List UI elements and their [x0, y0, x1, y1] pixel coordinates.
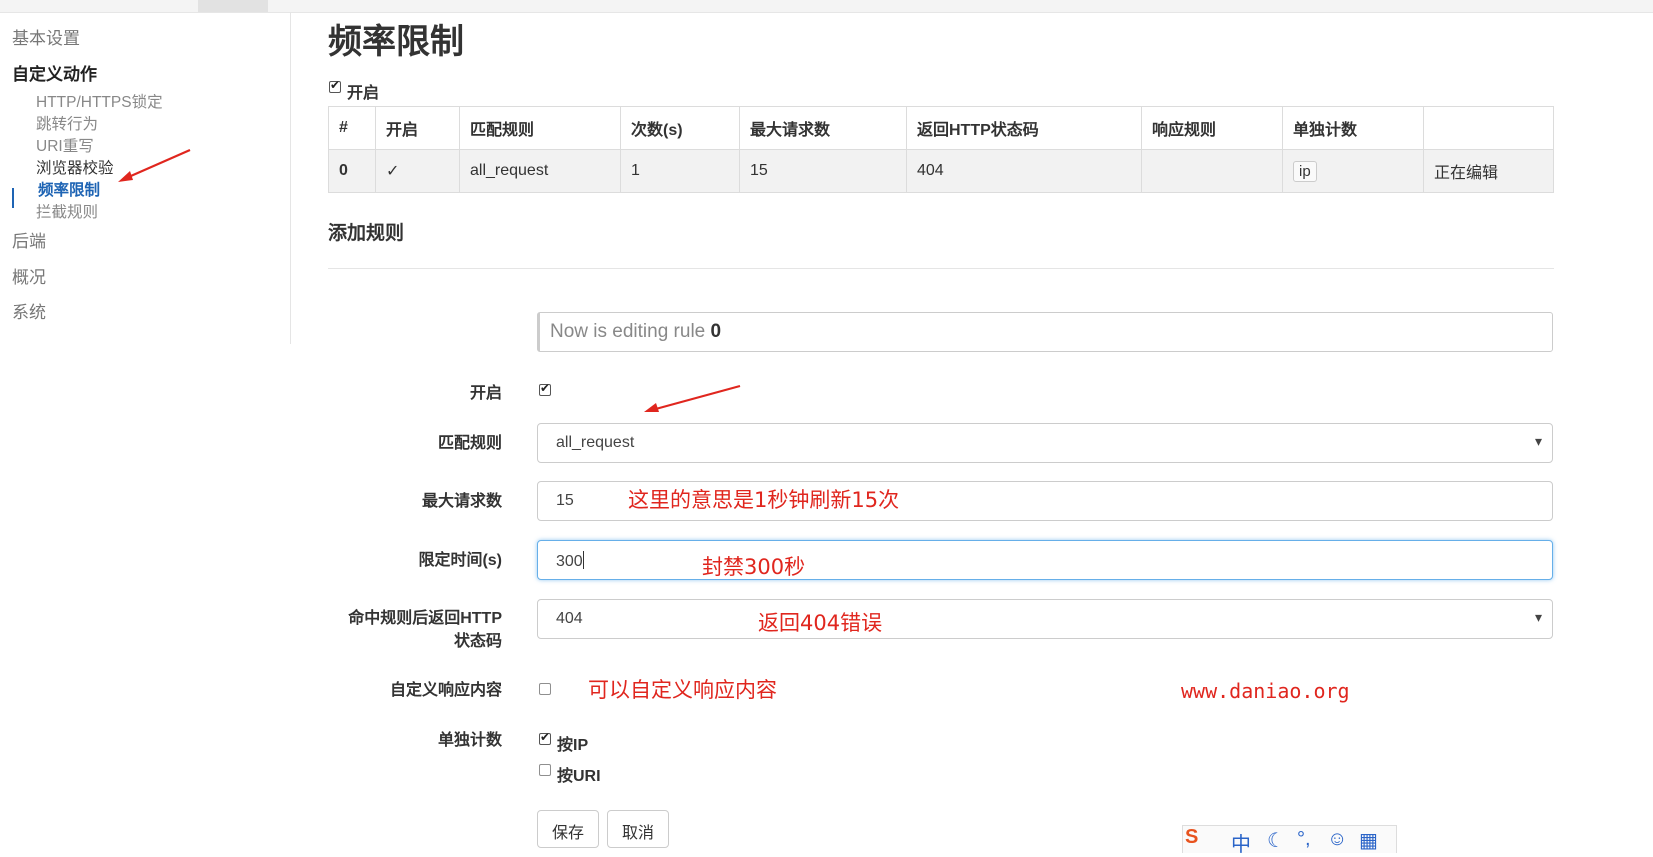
enable-label: 开启 [347, 85, 380, 102]
limit-time-input[interactable]: 300 [537, 540, 1553, 580]
enable-checkbox[interactable] [329, 78, 341, 93]
sidebar-subitem-redirect[interactable]: 跳转行为 [36, 112, 98, 134]
col-header-max-requests: 最大请求数 [739, 106, 907, 150]
punctuation-icon[interactable]: °, [1297, 828, 1311, 851]
text-cursor [582, 551, 584, 569]
cell-status: 404 [906, 149, 1142, 193]
count-by-ip-badge[interactable]: ip [1293, 160, 1317, 182]
editing-rule-number: 0 [710, 321, 722, 342]
arrow-annotation-sidebar [118, 148, 191, 182]
col-header-action [1423, 106, 1554, 150]
sidebar-item-system[interactable]: 系统 [12, 298, 46, 323]
moon-icon[interactable]: ☾ [1267, 828, 1285, 853]
limit-time-note: 封禁300秒 [702, 555, 806, 579]
cell-response-rule [1141, 149, 1283, 193]
sidebar-subitem-rate-limit[interactable]: 频率限制 [38, 178, 100, 200]
col-header-index: # [328, 106, 376, 150]
col-header-count-by: 单独计数 [1282, 106, 1424, 150]
table-header-row: # 开启 匹配规则 次数(s) 最大请求数 返回HTTP状态码 响应规则 单独计… [328, 106, 1554, 150]
col-header-enabled: 开启 [375, 106, 460, 150]
cell-index: 0 [328, 149, 376, 193]
cell-seconds: 1 [620, 149, 740, 193]
custom-response-note: 可以自定义响应内容 [588, 678, 777, 702]
sogou-logo-icon[interactable]: S [1185, 826, 1198, 849]
status-note: 返回404错误 [758, 611, 883, 635]
col-header-status: 返回HTTP状态码 [906, 106, 1142, 150]
arrow-annotation-enable [644, 384, 741, 412]
add-rule-title: 添加规则 [328, 223, 405, 244]
sidebar-subitem-block-rules[interactable]: 拦截规则 [36, 200, 98, 222]
sidebar-subitem-https-lock[interactable]: HTTP/HTTPS锁定 [36, 90, 163, 112]
cell-action[interactable]: 正在编辑 [1423, 149, 1554, 193]
col-header-match: 匹配规则 [459, 106, 621, 150]
limit-time-value: 300 [556, 553, 583, 570]
editing-prefix: Now is editing rule [550, 321, 711, 342]
custom-response-label: 自定义响应内容 [389, 682, 502, 699]
count-ip-label: 按IP [557, 737, 589, 754]
match-select[interactable]: all_request [537, 423, 1553, 463]
ime-toolbar: S 中 ☾ °, ☺ ▦ [1182, 825, 1397, 856]
sidebar-subitem-uri-rewrite[interactable]: URI重写 [36, 134, 94, 156]
cancel-button[interactable]: 取消 [607, 810, 670, 848]
sidebar-subitem-browser-check[interactable]: 浏览器校验 [36, 156, 114, 178]
max-field-label: 最大请求数 [421, 493, 502, 510]
emoji-icon[interactable]: ☺ [1327, 828, 1347, 851]
rules-table: # 开启 匹配规则 次数(s) 最大请求数 返回HTTP状态码 响应规则 单独计… [328, 106, 1554, 193]
status-field-label: 命中规则后返回HTTP状态码 [348, 610, 502, 650]
match-field-label: 匹配规则 [437, 435, 502, 452]
table-row[interactable]: 0 ✓ all_request 1 15 404 ip 正在编辑 [328, 149, 1554, 193]
editing-rule-notice: Now is editing rule 0 [537, 312, 1553, 352]
status-select[interactable]: 404 [537, 599, 1553, 639]
count-ip-checkbox[interactable] [539, 730, 551, 745]
active-indicator [12, 188, 14, 208]
save-button[interactable]: 保存 [537, 810, 600, 848]
count-uri-checkbox[interactable] [539, 764, 551, 776]
cell-max-requests: 15 [739, 149, 907, 193]
sidebar-item-backend[interactable]: 后端 [12, 227, 46, 252]
cell-enabled: ✓ [375, 149, 460, 193]
cell-match: all_request [459, 149, 621, 193]
rule-enable-checkbox[interactable] [539, 381, 551, 396]
top-tab[interactable] [198, 0, 268, 12]
time-field-label: 限定时间(s) [418, 552, 502, 569]
sidebar-item-overview[interactable]: 概况 [12, 263, 46, 288]
count-uri-label: 按URI [557, 768, 601, 785]
site-watermark: www.daniao.org [1181, 679, 1350, 703]
custom-response-checkbox[interactable] [539, 683, 551, 695]
sidebar-item-custom-actions[interactable]: 自定义动作 [12, 60, 97, 85]
sidebar-item-basic-settings[interactable]: 基本设置 [12, 24, 80, 49]
toolbox-icon[interactable]: ▦ [1359, 828, 1378, 853]
enable-field-label: 开启 [469, 385, 502, 402]
cell-count-by: ip [1282, 149, 1424, 193]
col-header-seconds: 次数(s) [620, 106, 740, 150]
col-header-response-rule: 响应规则 [1141, 106, 1283, 150]
page-title: 频率限制 [328, 23, 464, 61]
divider [328, 268, 1554, 269]
max-requests-note: 这里的意思是1秒钟刷新15次 [628, 488, 900, 512]
count-field-label: 单独计数 [437, 732, 502, 749]
